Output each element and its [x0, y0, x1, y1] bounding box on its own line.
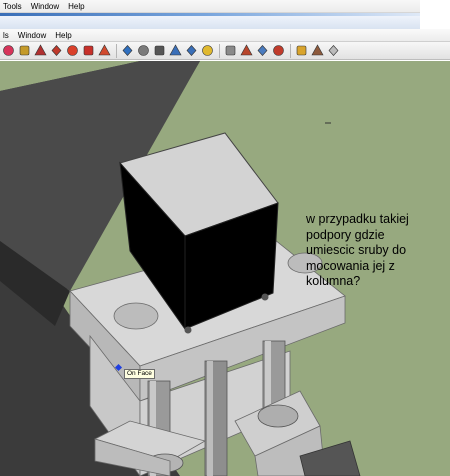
annotation-line-3: umiescic sruby do	[306, 243, 407, 257]
tool-bar	[0, 42, 450, 60]
follow-me-icon[interactable]	[65, 43, 80, 58]
tape-measure-icon[interactable]	[17, 43, 32, 58]
3d-warehouse-icon[interactable]	[239, 43, 254, 58]
screen-gap	[420, 0, 450, 16]
annotation-line-5: kolumna?	[306, 274, 361, 288]
toolbar-separator	[116, 43, 117, 58]
block-foot-right	[261, 293, 269, 301]
annotation-line-2: podpory gdzie	[306, 227, 385, 242]
menu-bar-top: Tools Window Help	[0, 0, 450, 16]
bottom-block-hole	[257, 404, 299, 428]
rod-2-highlight	[207, 361, 213, 476]
offset-icon[interactable]	[97, 43, 112, 58]
menu-help[interactable]: Help	[65, 0, 90, 13]
toolbar-separator	[290, 43, 291, 58]
menu-window[interactable]: Window	[28, 0, 65, 13]
zoom-extents-icon[interactable]	[184, 43, 199, 58]
annotation-text: w przypadku takiej podpory gdzie umiesci…	[306, 212, 446, 290]
push-pull-icon[interactable]	[49, 43, 64, 58]
dimension-icon[interactable]	[223, 43, 238, 58]
google-earth-icon[interactable]	[271, 43, 286, 58]
rotate-icon[interactable]	[81, 43, 96, 58]
menu-help-second[interactable]: Help	[52, 29, 77, 42]
styles-icon[interactable]	[326, 43, 341, 58]
annotation-line-4: mocowania jej z	[306, 258, 395, 273]
menu-tools-partial[interactable]: ls	[0, 29, 15, 42]
materials-icon[interactable]	[310, 43, 325, 58]
left-bolt-hole	[113, 302, 159, 330]
zoom-icon[interactable]	[152, 43, 167, 58]
menu-window-second[interactable]: Window	[15, 29, 52, 42]
zoom-window-icon[interactable]	[168, 43, 183, 58]
model-viewport[interactable]: w przypadku takiej podpory gdzie umiesci…	[0, 61, 450, 476]
eraser-icon[interactable]	[1, 43, 16, 58]
inference-tooltip: On Face	[124, 369, 155, 379]
menu-bar-second: ls Window Help	[0, 29, 450, 42]
paint-bucket-icon[interactable]	[33, 43, 48, 58]
orbit-icon[interactable]	[120, 43, 135, 58]
menu-tools[interactable]: Tools	[0, 0, 28, 13]
components-browser-icon[interactable]	[294, 43, 309, 58]
pan-icon[interactable]	[136, 43, 151, 58]
toolbar-separator	[219, 43, 220, 58]
section-plane-icon[interactable]	[200, 43, 215, 58]
block-foot-left	[184, 326, 192, 334]
annotation-line-1: w przypadku takiej	[306, 212, 409, 226]
component-icon[interactable]	[255, 43, 270, 58]
background-window-strip	[0, 16, 420, 29]
